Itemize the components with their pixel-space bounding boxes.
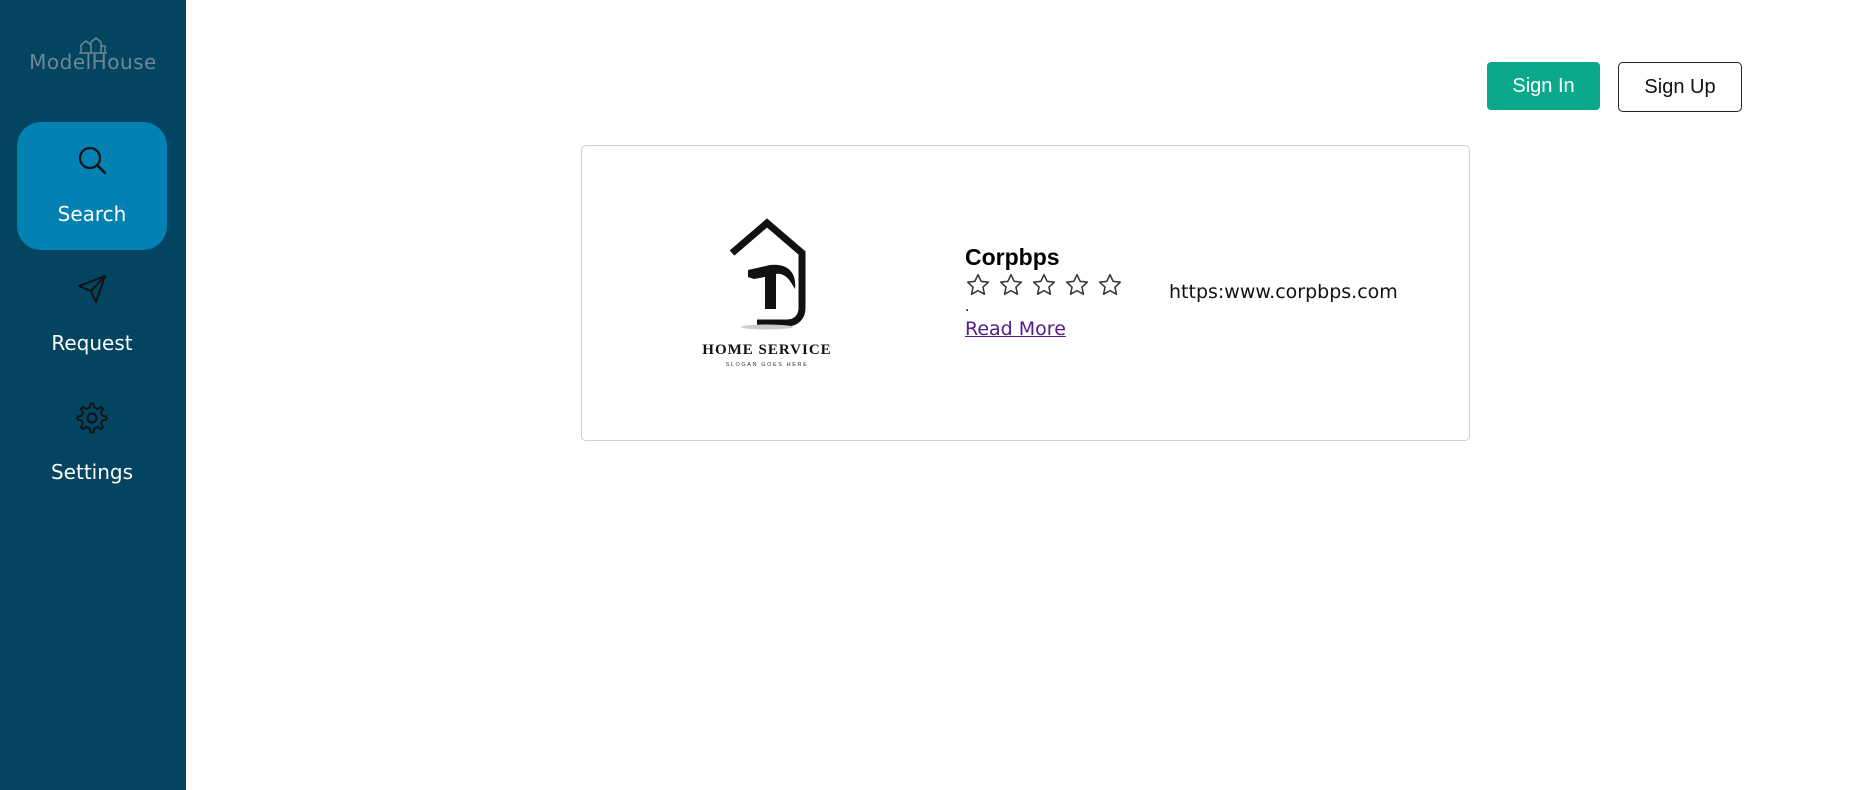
read-more-link[interactable]: Read More [965, 318, 1066, 340]
sidebar-item-settings[interactable]: Settings [17, 380, 167, 508]
gear-icon [76, 402, 108, 434]
star-icon[interactable] [1097, 272, 1123, 298]
business-description: . [965, 298, 970, 315]
sign-in-button[interactable]: Sign In [1487, 62, 1600, 110]
svg-text:HOME SERVICE: HOME SERVICE [702, 342, 831, 358]
search-icon [78, 146, 107, 175]
send-icon [78, 275, 106, 303]
sign-up-button[interactable]: Sign Up [1618, 62, 1742, 112]
star-icon[interactable] [998, 272, 1024, 298]
sidebar-item-label: Request [51, 331, 133, 355]
sidebar-item-request[interactable]: Request [17, 251, 167, 379]
sidebar: ModelHouse Search Request Settings [0, 0, 186, 790]
listing-card[interactable]: HOME SERVICE SLOGAN GOES HERE Corpbps . … [581, 145, 1470, 441]
rating-stars[interactable] [965, 272, 1123, 298]
brand-logo[interactable]: ModelHouse [0, 36, 186, 74]
sidebar-item-label: Search [57, 202, 127, 226]
sidebar-item-label: Settings [50, 460, 134, 484]
sidebar-item-search[interactable]: Search [17, 122, 167, 250]
business-name[interactable]: Corpbps [965, 244, 1060, 271]
star-icon[interactable] [1031, 272, 1057, 298]
star-icon[interactable] [965, 272, 991, 298]
svg-text:SLOGAN GOES HERE: SLOGAN GOES HERE [726, 362, 809, 368]
star-icon[interactable] [1064, 272, 1090, 298]
home-service-logo: HOME SERVICE SLOGAN GOES HERE [702, 218, 831, 368]
brand-logo-text: ModelHouse [29, 50, 157, 74]
business-url[interactable]: https:www.corpbps.com [1169, 281, 1398, 303]
